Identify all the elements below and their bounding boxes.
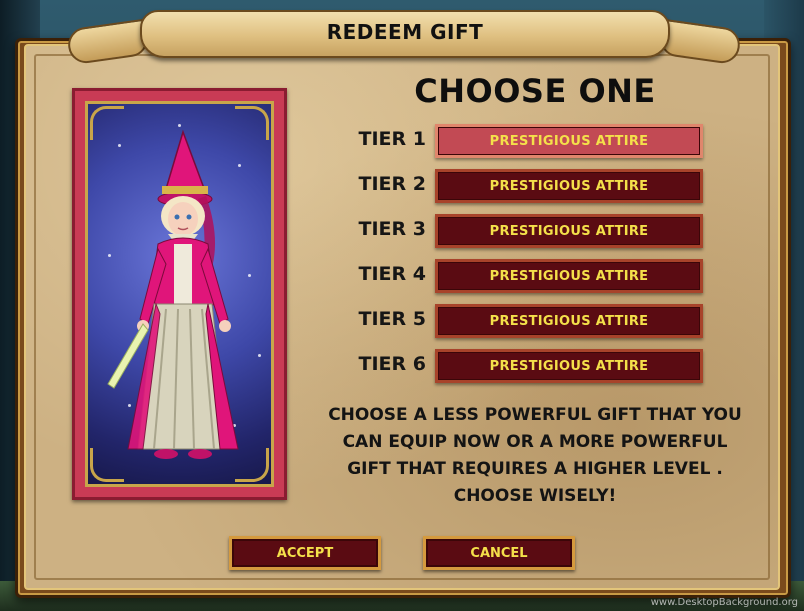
tier-5-option-button[interactable]: PRESTIGIOUS ATTIRE xyxy=(435,304,703,338)
ornament-corner-icon xyxy=(235,448,269,482)
watermark-text: www.DesktopBackground.org xyxy=(650,597,798,608)
tier-row: TIER 3 PRESTIGIOUS ATTIRE xyxy=(340,214,710,248)
instructions-line: CHOOSE WISELY! xyxy=(453,486,617,506)
preview-background xyxy=(85,101,274,487)
tier-3-option-button[interactable]: PRESTIGIOUS ATTIRE xyxy=(435,214,703,248)
accept-button[interactable]: ACCEPT xyxy=(229,536,381,570)
instructions-line: CAN EQUIP NOW OR A MORE POWERFUL xyxy=(342,432,728,452)
tier-label: TIER 3 xyxy=(358,218,426,240)
instructions-line: GIFT THAT REQUIRES A HIGHER LEVEL . xyxy=(347,459,723,479)
gift-preview-card xyxy=(72,88,287,500)
tier-4-option-button[interactable]: PRESTIGIOUS ATTIRE xyxy=(435,259,703,293)
tier-label: TIER 6 xyxy=(358,353,426,375)
tier-row: TIER 6 PRESTIGIOUS ATTIRE xyxy=(340,349,710,383)
wizard-avatar-image xyxy=(107,129,239,459)
instructions-line: CHOOSE A LESS POWERFUL GIFT THAT YOU xyxy=(328,405,742,425)
cancel-button[interactable]: CANCEL xyxy=(423,536,575,570)
choose-heading: CHOOSE ONE xyxy=(414,72,656,110)
tier-label: TIER 2 xyxy=(358,173,426,195)
tier-label: TIER 5 xyxy=(358,308,426,330)
ornament-corner-icon xyxy=(90,106,124,140)
tier-1-option-button[interactable]: PRESTIGIOUS ATTIRE xyxy=(435,124,703,158)
tier-6-option-button[interactable]: PRESTIGIOUS ATTIRE xyxy=(435,349,703,383)
tier-label: TIER 4 xyxy=(358,263,426,285)
tier-row: TIER 2 PRESTIGIOUS ATTIRE xyxy=(340,169,710,203)
tier-2-option-button[interactable]: PRESTIGIOUS ATTIRE xyxy=(435,169,703,203)
tier-row: TIER 5 PRESTIGIOUS ATTIRE xyxy=(340,304,710,338)
ornament-corner-icon xyxy=(90,448,124,482)
tier-row: TIER 4 PRESTIGIOUS ATTIRE xyxy=(340,259,710,293)
ornament-corner-icon xyxy=(235,106,269,140)
tier-label: TIER 1 xyxy=(358,128,426,150)
tier-row: TIER 1 PRESTIGIOUS ATTIRE xyxy=(340,124,710,158)
dialog-title: REDEEM GIFT xyxy=(326,20,484,44)
instructions-text: CHOOSE A LESS POWERFUL GIFT THAT YOU CAN… xyxy=(320,402,750,510)
